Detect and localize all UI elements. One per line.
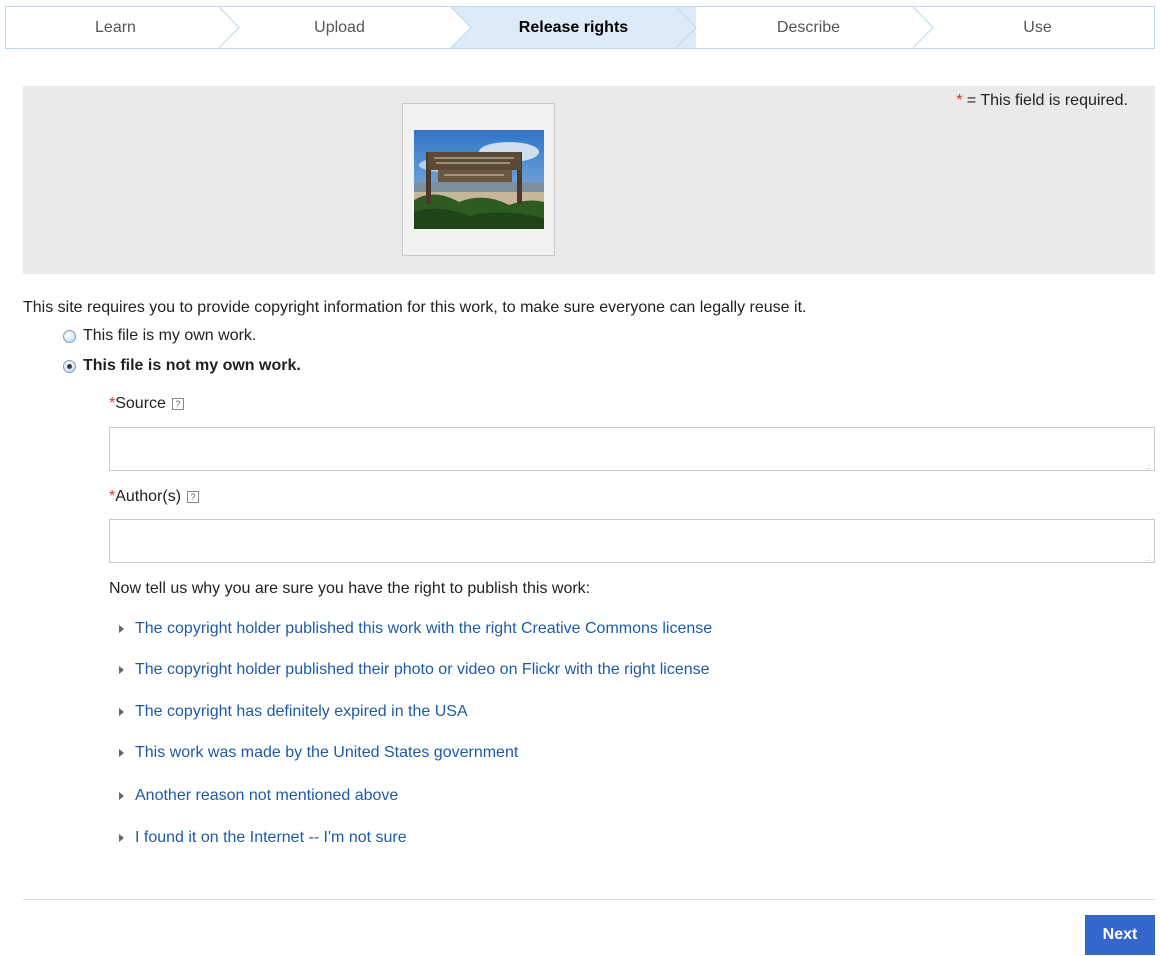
source-label: * Source ? <box>109 395 184 413</box>
reason-flickr[interactable]: The copyright holder published their pho… <box>119 661 710 679</box>
help-icon[interactable]: ? <box>171 398 184 410</box>
radio-not-own-work-label[interactable]: This file is not my own work. <box>83 357 301 375</box>
reason-link[interactable]: This work was made by the United States … <box>135 744 518 762</box>
reason-creative-commons[interactable]: The copyright holder published this work… <box>119 620 712 638</box>
radio-own-work[interactable]: This file is my own work. <box>63 327 256 345</box>
file-thumbnail[interactable] <box>414 130 544 229</box>
step-separator <box>431 7 471 48</box>
reason-link[interactable]: The copyright has definitely expired in … <box>135 703 468 721</box>
reason-link[interactable]: The copyright holder published this work… <box>135 620 712 638</box>
reason-expired[interactable]: The copyright has definitely expired in … <box>119 703 468 721</box>
expand-arrow-icon[interactable] <box>119 792 124 800</box>
radio-not-own-work[interactable]: This file is not my own work. <box>63 357 301 375</box>
radio-button[interactable] <box>63 329 76 343</box>
copyright-intro: This site requires you to provide copyri… <box>23 299 807 316</box>
step-use: Use <box>1023 19 1052 36</box>
required-field-note: * = This field is required. <box>956 92 1128 109</box>
expand-arrow-icon[interactable] <box>119 625 124 633</box>
resize-grip-icon[interactable]: .: <box>1146 462 1150 471</box>
expand-arrow-icon[interactable] <box>119 834 124 842</box>
radio-button[interactable] <box>63 359 76 373</box>
reason-not-sure[interactable]: I found it on the Internet -- I'm not su… <box>119 829 407 847</box>
expand-arrow-icon[interactable] <box>119 666 124 674</box>
resize-grip-icon[interactable]: .: <box>1146 554 1150 563</box>
step-upload: Upload <box>314 19 365 36</box>
step-release-rights: Release rights <box>451 7 696 48</box>
authors-field[interactable] <box>109 519 1155 563</box>
expand-arrow-icon[interactable] <box>119 749 124 757</box>
source-field[interactable] <box>109 427 1155 471</box>
upload-steps: Learn Upload Release rights Describe Use <box>5 6 1155 49</box>
reason-link[interactable]: I found it on the Internet -- I'm not su… <box>135 829 407 847</box>
reason-link[interactable]: The copyright holder published their pho… <box>135 661 710 679</box>
file-preview-panel: * = This field is required. <box>23 86 1155 274</box>
step-learn: Learn <box>95 19 136 36</box>
authors-label: * Author(s) ? <box>109 488 200 506</box>
radio-own-work-label[interactable]: This file is my own work. <box>83 327 256 345</box>
next-button[interactable]: Next <box>1085 915 1155 955</box>
help-icon[interactable]: ? <box>187 491 200 503</box>
step-describe: Describe <box>776 19 841 36</box>
thumbnail-frame <box>402 103 555 256</box>
reason-other[interactable]: Another reason not mentioned above <box>119 787 398 805</box>
reason-us-government[interactable]: This work was made by the United States … <box>119 744 518 762</box>
divider <box>23 899 1155 900</box>
rights-question: Now tell us why you are sure you have th… <box>109 580 591 597</box>
expand-arrow-icon[interactable] <box>119 708 124 716</box>
reason-link[interactable]: Another reason not mentioned above <box>135 787 398 805</box>
